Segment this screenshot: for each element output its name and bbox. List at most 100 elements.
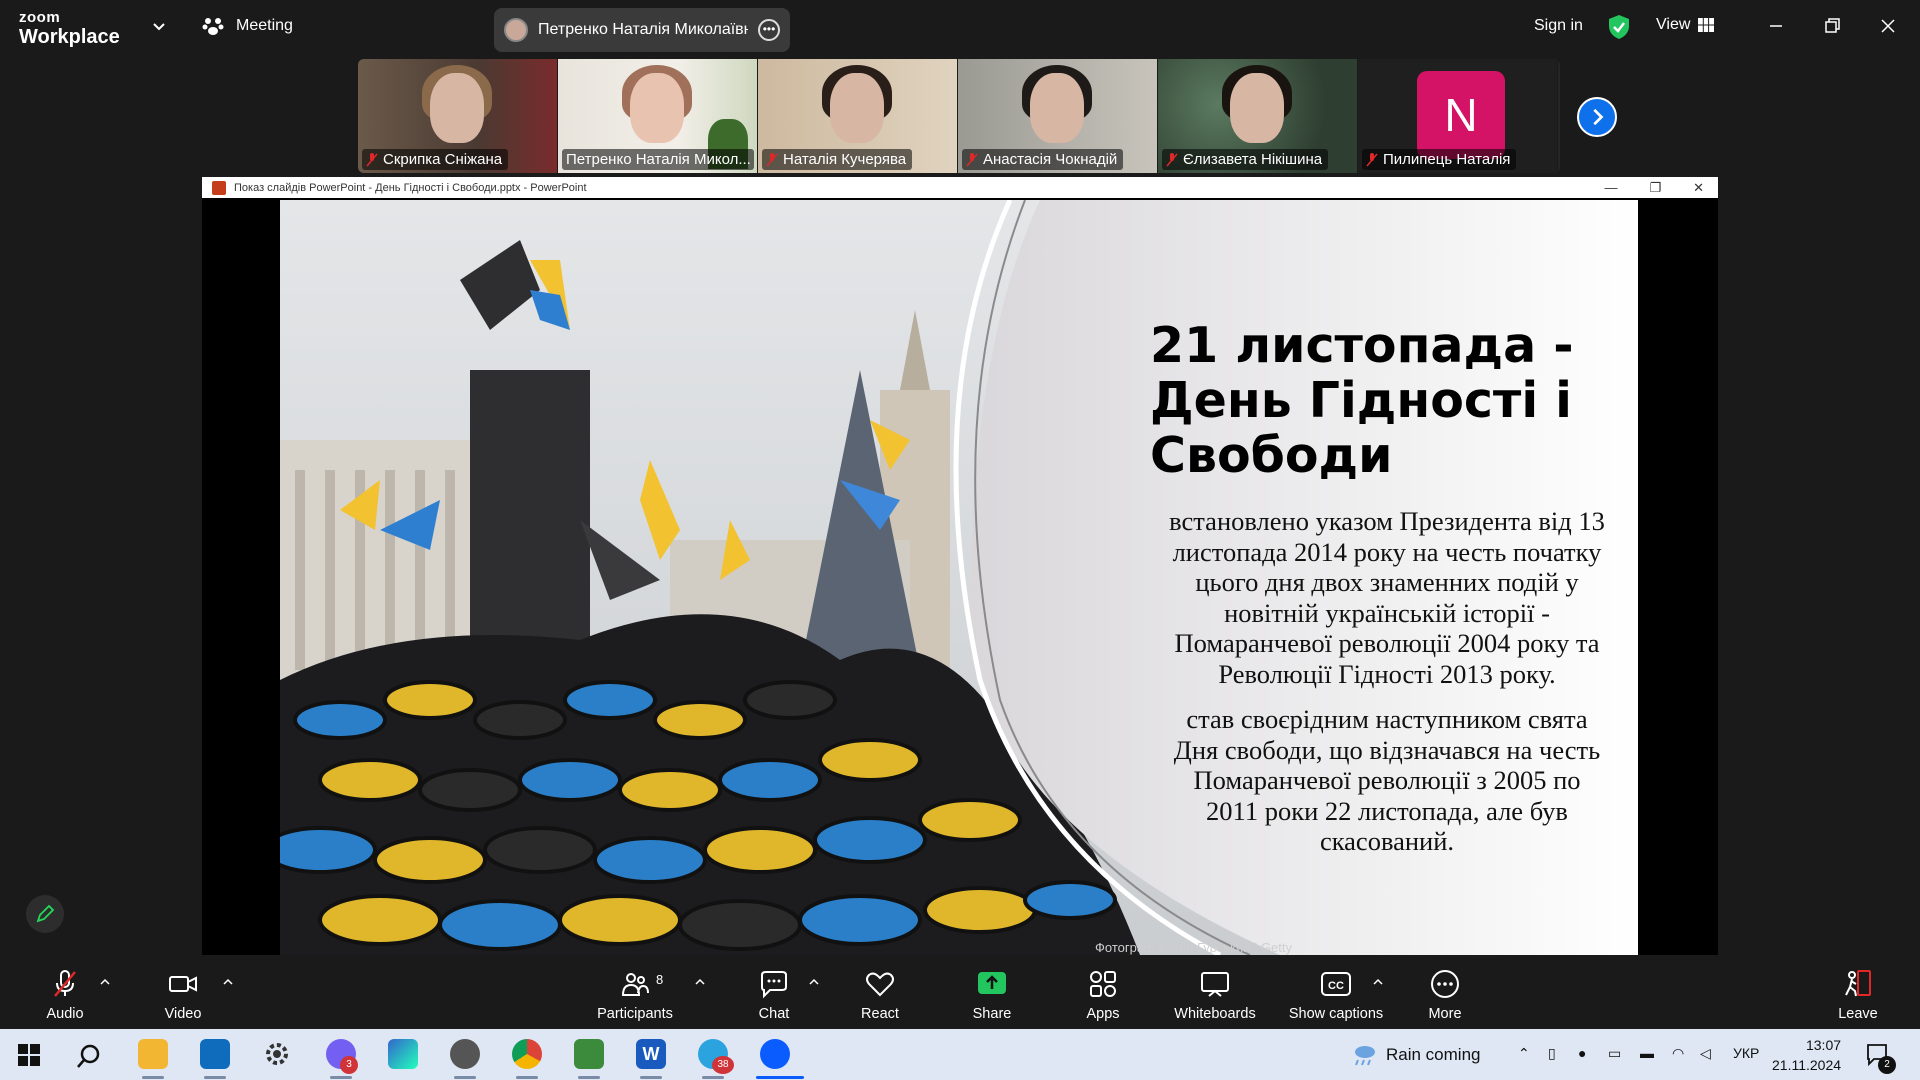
minimize-icon[interactable] [1764, 14, 1788, 38]
ppt-minimize-icon[interactable]: — [1604, 180, 1617, 196]
closed-captions-icon: CC [1321, 972, 1351, 996]
captions-label: Show captions [1288, 1006, 1384, 1022]
participants-button[interactable]: Participants [590, 955, 680, 1029]
weather-widget[interactable]: Rain coming [1350, 1043, 1481, 1067]
audio-button[interactable]: Audio [40, 955, 90, 1029]
captions-caret-icon[interactable] [1372, 977, 1384, 987]
mic-muted-icon [54, 970, 76, 997]
settings-gear-icon[interactable] [262, 1039, 292, 1069]
participant-tile[interactable]: Єлизавета Нікішина [1158, 59, 1358, 173]
chevron-down-icon[interactable] [152, 20, 166, 34]
restore-icon[interactable] [1820, 14, 1844, 38]
sign-in-link[interactable]: Sign in [1534, 17, 1583, 35]
search-icon[interactable] [76, 1043, 102, 1069]
app-icon[interactable] [574, 1039, 604, 1069]
camera-icon [169, 976, 197, 992]
notifications-badge: 2 [1878, 1056, 1896, 1074]
video-label: Video [164, 1006, 202, 1022]
video-button[interactable]: Video [158, 955, 208, 1029]
tray-wifi-icon[interactable]: ◠ [1672, 1045, 1684, 1062]
word-icon[interactable]: W [636, 1039, 666, 1069]
tray-device-icon[interactable]: ▯ [1548, 1045, 1556, 1062]
show-captions-button[interactable]: CC Show captions [1284, 955, 1388, 1029]
zoom-toolbar: Audio Video Participants 8 Chat React Sh… [0, 955, 1920, 1029]
powerpoint-icon [212, 180, 226, 195]
ppt-close-icon[interactable]: ✕ [1693, 180, 1704, 196]
active-speaker-pill[interactable]: Петренко Наталія Миколаївна' ••• [494, 8, 790, 52]
audio-options-caret-icon[interactable] [99, 977, 111, 987]
tray-volume-icon[interactable]: ◁ [1700, 1045, 1711, 1062]
participant-tile[interactable]: Анастасія Чокнадій [958, 59, 1158, 173]
shield-check-icon[interactable] [1607, 14, 1631, 40]
active-speaker-name: Петренко Наталія Миколаївна' [538, 21, 748, 38]
participant-label: Скрипка Сніжана [362, 149, 509, 170]
share-label: Share [972, 1006, 1012, 1022]
edge-icon[interactable] [388, 1039, 418, 1069]
close-icon[interactable] [1876, 14, 1900, 38]
share-button[interactable]: Share [968, 955, 1016, 1029]
clock-date: 21.11.2024 [1772, 1057, 1842, 1073]
photo-credit: Фотограф Євген Гурський | Getty [1095, 940, 1293, 955]
zoom-taskbar-icon[interactable] [760, 1039, 790, 1069]
apps-button[interactable]: Apps [1080, 955, 1126, 1029]
participant-name: Пилипець Наталія [1383, 151, 1511, 168]
chat-button[interactable]: Chat [752, 955, 796, 1029]
tray-network-icon[interactable]: ▭ [1608, 1045, 1621, 1062]
participant-tile[interactable]: N Пилипець Наталія [1358, 59, 1558, 173]
windows-taskbar: 3 W 38 Rain coming ⌃ ▯ ● ▭ ▬ ◠ ◁ УКР 13:… [0, 1029, 1920, 1080]
whiteboards-label: Whiteboards [1174, 1006, 1256, 1022]
whiteboards-button[interactable]: Whiteboards [1168, 955, 1262, 1029]
meeting-menu-button[interactable]: Meeting [202, 16, 293, 36]
participant-name: Анастасія Чокнадій [983, 151, 1118, 168]
viber-badge: 3 [340, 1056, 358, 1074]
running-indicator [640, 1076, 662, 1079]
participant-label: Петренко Наталія Микол... [562, 149, 754, 170]
telegram-badge: 38 [712, 1056, 734, 1074]
slide-paragraph-1: встановлено указом Президента від 13 лис… [1169, 506, 1605, 689]
more-button[interactable]: More [1422, 955, 1468, 1029]
system-clock[interactable]: 13:07 21.11.2024 [1772, 1035, 1841, 1075]
participant-label: Пилипець Наталія [1362, 149, 1517, 170]
meeting-label: Meeting [236, 17, 293, 34]
running-indicator [330, 1076, 352, 1079]
participant-tile[interactable]: Наталія Кучерява [758, 59, 958, 173]
video-options-caret-icon[interactable] [222, 977, 234, 987]
chat-caret-icon[interactable] [808, 977, 820, 987]
running-indicator [454, 1076, 476, 1079]
slide: 21 листопада - День Гідності і Свободи в… [280, 200, 1638, 955]
outlook-icon[interactable] [200, 1039, 230, 1069]
participant-label: Наталія Кучерява [762, 149, 913, 170]
tray-mic-icon[interactable]: ● [1578, 1045, 1586, 1061]
annotate-pencil-icon[interactable] [26, 895, 64, 933]
ppt-restore-icon[interactable]: ❐ [1649, 180, 1661, 196]
participants-caret-icon[interactable] [694, 977, 706, 987]
more-options-icon[interactable]: ••• [758, 19, 780, 41]
participant-face [430, 73, 484, 143]
participants-label: Participants [597, 1006, 673, 1022]
participant-name: Єлизавета Нікішина [1183, 151, 1323, 168]
participant-label: Анастасія Чокнадій [962, 149, 1124, 170]
participant-face [630, 73, 684, 143]
windows-start-icon[interactable] [18, 1044, 40, 1066]
leave-button[interactable]: Leave [1834, 955, 1882, 1029]
participant-tile[interactable]: Скрипка Сніжана [358, 59, 558, 173]
participant-face [830, 73, 884, 143]
powerpoint-window-title: Показ слайдів PowerPoint - День Гідності… [234, 181, 587, 194]
next-page-button[interactable] [1577, 97, 1617, 137]
view-label: View [1656, 16, 1691, 33]
chrome-icon[interactable] [512, 1039, 542, 1069]
more-dots-icon [1431, 970, 1459, 998]
participant-name: Петренко Наталія Микол... [566, 151, 751, 168]
tray-chevron-up-icon[interactable]: ⌃ [1518, 1045, 1530, 1062]
language-indicator[interactable]: УКР [1733, 1045, 1759, 1061]
view-button[interactable]: View [1656, 16, 1715, 34]
github-icon[interactable] [450, 1039, 480, 1069]
paw-icon [202, 18, 224, 35]
leave-label: Leave [1838, 1006, 1878, 1022]
tray-battery-icon[interactable]: ▬ [1640, 1045, 1654, 1061]
file-explorer-icon[interactable] [138, 1039, 168, 1069]
react-button[interactable]: React [856, 955, 904, 1029]
rain-cloud-icon [1355, 1046, 1375, 1066]
participant-label: Єлизавета Нікішина [1162, 149, 1329, 170]
participant-tile-active[interactable]: Петренко Наталія Микол... [558, 59, 758, 173]
